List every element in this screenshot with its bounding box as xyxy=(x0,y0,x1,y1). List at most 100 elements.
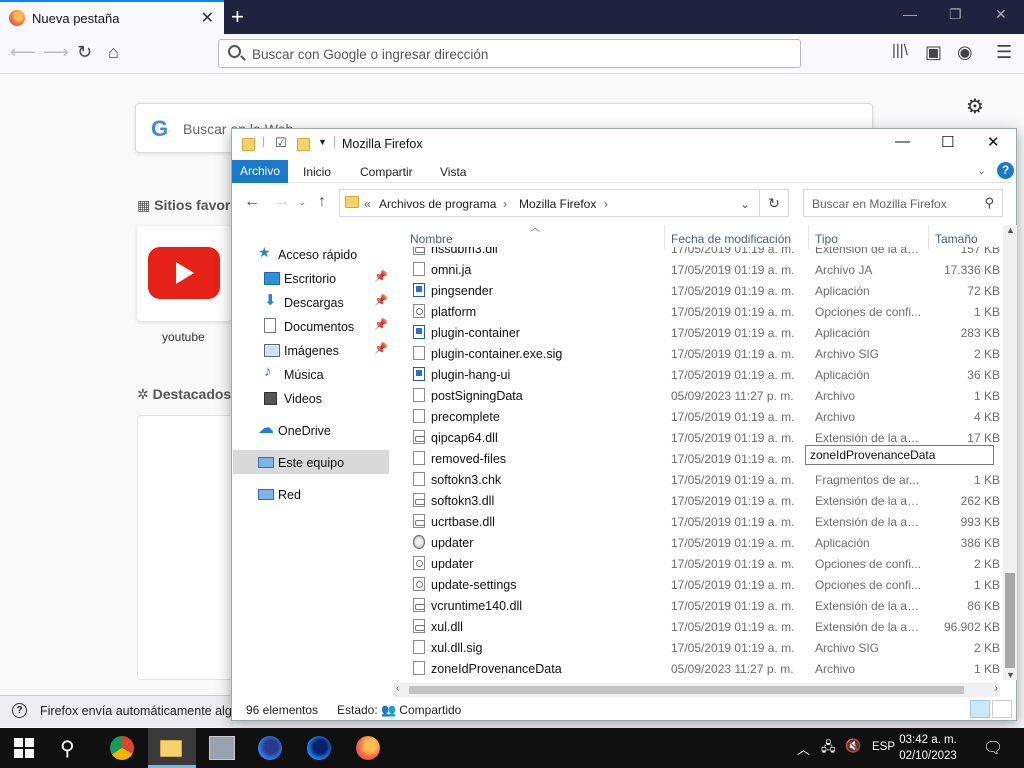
file-row[interactable]: precomplete 17/05/2019 01:19 a. m. Archivo… xyxy=(404,406,1000,427)
file-row[interactable]: postSigningData 05/09/2023 11:27 p. m. Arc… xyxy=(404,385,1000,406)
file-explorer-icon[interactable] xyxy=(160,740,182,757)
home-icon[interactable]: ⌂ xyxy=(108,42,119,63)
breadcrumb-item[interactable]: Archivos de programa xyxy=(379,197,496,211)
file-row[interactable]: softokn3.dll 17/05/2019 01:19 a. m. Extens… xyxy=(404,490,1000,511)
nav-item-imagenes[interactable]: Imágenes 📌 xyxy=(264,339,394,363)
close-tab-icon[interactable]: ✕ xyxy=(201,8,214,28)
file-row[interactable]: updater 17/05/2019 01:19 a. m. Opciones de… xyxy=(404,553,1000,574)
chevron-right-icon[interactable]: › xyxy=(503,197,507,211)
start-windows-icon[interactable] xyxy=(14,738,34,758)
recent-dropdown-icon[interactable]: ⌄ xyxy=(298,197,306,208)
column-divider[interactable] xyxy=(664,225,665,249)
file-row[interactable]: xul.dll 17/05/2019 01:19 a. m. Extensión d… xyxy=(404,616,1000,637)
pin-icon[interactable]: 📌 xyxy=(374,270,388,283)
firefox-nightly-icon[interactable] xyxy=(307,736,331,760)
file-row[interactable]: plugin-hang-ui 17/05/2019 01:19 a. m. Apli… xyxy=(404,364,1000,385)
chevron-right-icon[interactable]: › xyxy=(604,197,608,211)
language-indicator[interactable]: ESP xyxy=(872,741,895,753)
account-icon[interactable]: ◉ xyxy=(957,42,973,63)
nav-quick-access[interactable]: ★ Acceso rápido xyxy=(258,243,388,267)
address-bar[interactable]: « Archivos de programa › Mozilla Firefox… xyxy=(339,189,760,217)
tab-inicio[interactable]: Inicio xyxy=(303,165,331,179)
close-icon[interactable]: ✕ xyxy=(987,133,1000,151)
pin-icon[interactable]: 📌 xyxy=(374,318,388,331)
nav-onedrive[interactable]: ☁ OneDrive xyxy=(258,419,388,443)
app-window-icon[interactable] xyxy=(209,736,235,760)
chrome-icon[interactable] xyxy=(110,736,134,760)
menu-icon[interactable]: ☰ xyxy=(996,42,1012,63)
column-fecha[interactable]: Fecha de modificación xyxy=(671,232,791,246)
pin-icon[interactable]: 📌 xyxy=(374,294,388,307)
file-row[interactable]: nssdbm3.dll 17/05/2019 01:19 a. m. Exten… xyxy=(404,247,1000,259)
help-icon[interactable]: ? xyxy=(997,162,1014,179)
nav-item-videos[interactable]: Videos xyxy=(264,387,394,411)
search-icon[interactable]: ⚲ xyxy=(60,736,75,761)
volume-muted-icon[interactable]: 🔇 xyxy=(845,738,861,754)
column-divider[interactable] xyxy=(928,225,929,249)
tab-archivo[interactable]: Archivo xyxy=(232,160,288,183)
gear-icon[interactable]: ⚙ xyxy=(966,94,984,119)
details-view-icon[interactable] xyxy=(970,700,990,718)
library-icon[interactable]: |||\ xyxy=(892,42,908,59)
pin-icon[interactable]: 📌 xyxy=(374,342,388,355)
large-icons-view-icon[interactable] xyxy=(992,700,1012,718)
horizontal-scroll-thumb[interactable] xyxy=(409,686,964,694)
nav-this-pc[interactable]: Este equipo xyxy=(258,451,388,475)
sidebar-icon[interactable]: ▣ xyxy=(925,42,942,63)
forward-icon[interactable]: → xyxy=(274,193,290,211)
nav-network[interactable]: Red xyxy=(258,483,388,507)
scroll-left-icon[interactable]: ‹ xyxy=(396,683,399,694)
scroll-up-icon[interactable]: ▲ xyxy=(1006,225,1015,235)
back-icon[interactable]: ← xyxy=(244,193,260,211)
new-folder-icon[interactable] xyxy=(297,138,310,151)
restore-icon[interactable]: ❐ xyxy=(949,6,962,23)
url-bar[interactable]: Buscar con Google o ingresar dirección xyxy=(218,39,801,68)
column-nombre[interactable]: Nombre xyxy=(410,232,453,246)
file-row[interactable]: vcruntime140.dll 17/05/2019 01:19 a. m. Ex… xyxy=(404,595,1000,616)
minimize-icon[interactable]: — xyxy=(903,6,917,22)
nav-item-documentos[interactable]: Documentos 📌 xyxy=(264,315,394,339)
vertical-scroll-thumb[interactable] xyxy=(1005,573,1015,668)
file-row[interactable]: plugin-container.exe.sig 17/05/2019 01:19… xyxy=(404,343,1000,364)
notifications-icon[interactable]: 🗨 xyxy=(983,738,1003,758)
nav-item-musica[interactable]: ♪ Música xyxy=(264,363,394,387)
explorer-search-input[interactable]: Buscar en Mozilla Firefox ⚲ xyxy=(803,189,1003,217)
column-tipo[interactable]: Tipo xyxy=(815,232,838,246)
network-tray-icon[interactable]: 🖧 xyxy=(821,738,836,760)
expand-ribbon-icon[interactable]: ⌄ xyxy=(977,164,986,177)
refresh-icon[interactable]: ↻ xyxy=(759,189,789,217)
up-icon[interactable]: ↑ xyxy=(318,193,326,211)
minimize-icon[interactable]: — xyxy=(895,133,910,150)
reload-icon[interactable]: ↻ xyxy=(77,42,92,63)
new-tab-button[interactable]: + xyxy=(231,4,244,30)
scroll-down-icon[interactable]: ▼ xyxy=(1006,670,1015,680)
topsite-youtube[interactable] xyxy=(137,226,232,321)
forward-icon[interactable]: ⟶ xyxy=(43,42,69,63)
close-window-icon[interactable]: ✕ xyxy=(995,6,1007,23)
tab-vista[interactable]: Vista xyxy=(440,165,466,179)
file-row[interactable]: softokn3.chk 17/05/2019 01:19 a. m. Fragme… xyxy=(404,469,1000,490)
file-row[interactable]: plugin-container 17/05/2019 01:19 a. m. Ap… xyxy=(404,322,1000,343)
scroll-right-icon[interactable]: › xyxy=(995,683,998,694)
nav-item-escritorio[interactable]: Escritorio 📌 xyxy=(264,267,394,291)
column-tamano[interactable]: Tamaño xyxy=(935,232,978,246)
firefox-dev-icon[interactable] xyxy=(258,736,282,760)
clock[interactable]: 03:42 a. m. 02/10/2023 xyxy=(893,732,963,764)
file-row[interactable]: platform 17/05/2019 01:19 a. m. Opciones d… xyxy=(404,301,1000,322)
back-icon[interactable]: ⟵ xyxy=(10,42,36,63)
chevron-down-icon[interactable]: ⌄ xyxy=(740,197,750,211)
breadcrumb-overflow[interactable]: « xyxy=(364,197,371,211)
nav-item-descargas[interactable]: ⬇ Descargas 📌 xyxy=(264,291,394,315)
file-row[interactable]: updater 17/05/2019 01:19 a. m. Aplicación 3… xyxy=(404,532,1000,553)
file-row[interactable]: xul.dll.sig 17/05/2019 01:19 a. m. Archivo… xyxy=(404,637,1000,658)
maximize-icon[interactable]: ☐ xyxy=(941,133,954,151)
file-row[interactable]: pingsender 17/05/2019 01:19 a. m. Aplicaci… xyxy=(404,280,1000,301)
highlight-card[interactable] xyxy=(137,415,237,680)
column-divider[interactable] xyxy=(808,225,809,249)
tab-compartir[interactable]: Compartir xyxy=(360,165,413,179)
breadcrumb-item[interactable]: Mozilla Firefox xyxy=(519,197,596,211)
file-row[interactable]: omni.ja 17/05/2019 01:19 a. m. Archivo JA 1… xyxy=(404,259,1000,280)
file-row[interactable]: update-settings 17/05/2019 01:19 a. m. Opc… xyxy=(404,574,1000,595)
file-row[interactable]: zoneIdProvenanceData 05/09/2023 11:27 p. … xyxy=(404,658,1000,679)
firefox-icon[interactable] xyxy=(356,736,380,760)
